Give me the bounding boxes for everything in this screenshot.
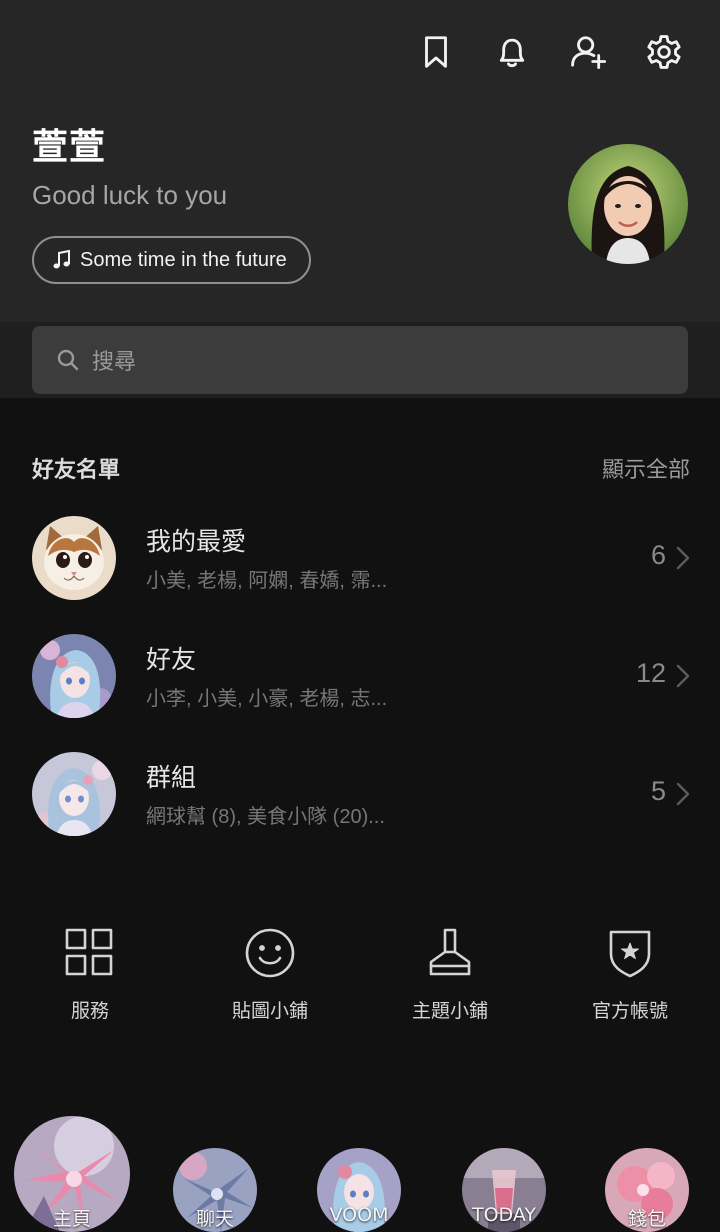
list-item-subtitle: 網球幫 (8), 美食小隊 (20)...: [146, 806, 385, 828]
profile-avatar[interactable]: [568, 144, 688, 264]
tab-home[interactable]: 主頁: [14, 1116, 130, 1232]
profile-name[interactable]: 萱萱: [32, 118, 106, 170]
music-note-icon: [53, 249, 70, 269]
friends-section-header: 好友名單 顯示全部: [32, 452, 690, 484]
service-label: 貼圖小鋪: [231, 1000, 308, 1022]
chevron-right-icon: [676, 782, 690, 806]
tab-voom[interactable]: VOOM: [317, 1148, 401, 1232]
search-input[interactable]: 搜尋: [32, 326, 688, 394]
settings-button[interactable]: [644, 32, 684, 72]
profile-status-message[interactable]: Good luck to you: [32, 180, 227, 211]
grid-icon: [65, 928, 113, 976]
tab-chats[interactable]: 聊天: [173, 1148, 257, 1232]
friends-row[interactable]: 好友 小李, 小美, 小豪, 老楊, 志... 12: [0, 620, 720, 730]
header-toolbar: [416, 32, 684, 72]
smiley-icon: [245, 928, 295, 978]
shield-star-icon: [609, 930, 651, 978]
add-friend-button[interactable]: [568, 32, 608, 72]
profile-music-button[interactable]: Some time in the future: [32, 236, 311, 284]
list-item-count: 12: [635, 658, 666, 688]
services-row: 服務 貼圖小鋪 主題小鋪 官方帳號: [0, 924, 720, 1023]
search-bar-area: 搜尋: [0, 322, 720, 398]
bottom-tab-bar: 主頁 聊天 VOOM TODAY 錢包: [0, 1108, 720, 1232]
list-item-subtitle: 小美, 老楊, 阿嫻, 春嬌, 霈...: [146, 570, 388, 592]
list-item-subtitle: 小李, 小美, 小豪, 老楊, 志...: [146, 688, 388, 710]
favorites-row[interactable]: 我的最愛 小美, 老楊, 阿嫻, 春嬌, 霈... 6: [0, 502, 720, 612]
tab-label: TODAY: [472, 1204, 536, 1226]
search-icon: [57, 349, 79, 371]
chevron-right-icon: [676, 664, 690, 688]
chevron-right-icon: [676, 546, 690, 570]
list-item-title: 我的最愛: [146, 527, 247, 556]
list-item-title: 好友: [146, 645, 197, 674]
gear-icon: [647, 35, 681, 69]
service-label: 官方帳號: [591, 1000, 668, 1022]
search-placeholder: 搜尋: [92, 350, 137, 375]
profile-music-label: Some time in the future: [80, 248, 287, 271]
tab-label: 主頁: [52, 1208, 91, 1230]
notifications-button[interactable]: [492, 32, 532, 72]
service-item-services[interactable]: 服務: [0, 924, 180, 1023]
service-label: 服務: [70, 1000, 109, 1022]
service-item-theme-shop[interactable]: 主題小鋪: [360, 924, 540, 1023]
cat-avatar: [32, 516, 116, 600]
tab-today[interactable]: TODAY: [462, 1148, 546, 1232]
list-item-count: 5: [650, 776, 666, 806]
bookmark-icon: [425, 36, 447, 68]
bell-icon: [499, 38, 525, 68]
anime-girl-avatar: [32, 752, 116, 836]
bookmark-button[interactable]: [416, 32, 456, 72]
profile-header: 萱萱 Good luck to you Some time in the fut…: [0, 0, 720, 322]
show-all-link[interactable]: 顯示全部: [602, 452, 690, 484]
service-item-official-accounts[interactable]: 官方帳號: [540, 924, 720, 1023]
brush-icon: [429, 928, 471, 976]
list-item-count: 6: [650, 540, 666, 570]
groups-row[interactable]: 群組 網球幫 (8), 美食小隊 (20)... 5: [0, 738, 720, 848]
anime-girl-avatar: [32, 634, 116, 718]
add-friend-icon: [571, 36, 607, 69]
tab-wallet[interactable]: 錢包: [605, 1148, 689, 1232]
tab-label: 聊天: [195, 1208, 234, 1230]
friends-section-title: 好友名單: [32, 458, 121, 483]
tab-label: VOOM: [329, 1204, 389, 1226]
service-item-sticker-shop[interactable]: 貼圖小鋪: [180, 924, 360, 1023]
service-label: 主題小鋪: [411, 1000, 488, 1022]
tab-label: 錢包: [627, 1208, 666, 1230]
list-item-title: 群組: [146, 763, 197, 792]
